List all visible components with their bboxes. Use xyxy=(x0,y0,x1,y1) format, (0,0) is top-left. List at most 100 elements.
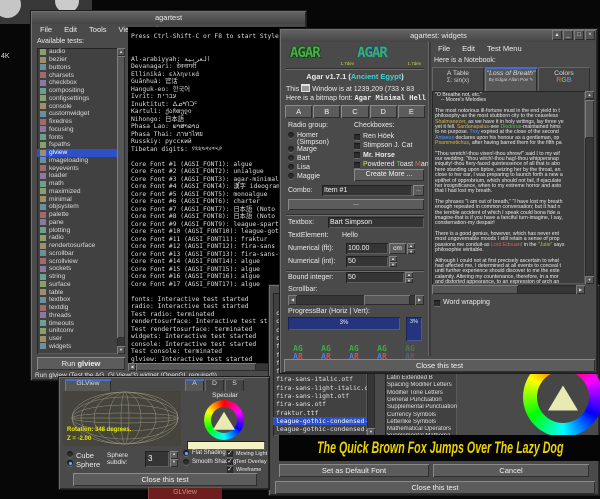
combo-input[interactable]: Item #1 xyxy=(322,185,412,196)
test-item-minimal[interactable]: minimal xyxy=(37,195,125,203)
radio-marge[interactable]: Marge xyxy=(288,146,329,155)
test-item-widgets[interactable]: widgets xyxy=(37,343,125,351)
tests-scrollbar[interactable]: ▲ ▼ xyxy=(117,48,125,354)
titlebar-agartest[interactable]: agartest xyxy=(32,12,305,24)
textarea[interactable]: "O Breathe not, etc." -- Moore's Melodie… xyxy=(432,91,585,284)
radio-cube[interactable]: Cube xyxy=(67,451,100,460)
scroll-down-icon[interactable]: ▼ xyxy=(585,276,594,284)
checkbox-mr-horse[interactable]: Mr. Horse xyxy=(354,151,429,160)
menu-item-file[interactable]: File xyxy=(432,43,456,54)
numerical-flt-stepper[interactable]: ▲▼ xyxy=(407,243,415,254)
letter-button-a[interactable]: A xyxy=(285,105,312,118)
material-tab-s[interactable]: S xyxy=(225,379,244,391)
checkbox-text-overlay[interactable]: Text Overlay xyxy=(227,458,267,466)
test-item-buttons[interactable]: buttons xyxy=(37,64,125,72)
numerical-int-input[interactable]: 50 xyxy=(346,256,388,267)
test-item-sockets[interactable]: sockets xyxy=(37,265,125,273)
test-item-configsettings[interactable]: configsettings xyxy=(37,95,125,103)
test-item-rendertosurface[interactable]: rendertosurface xyxy=(37,242,125,250)
test-item-maximized[interactable]: maximized xyxy=(37,188,125,196)
menu-item-test-menu[interactable]: Test Menu xyxy=(481,43,528,54)
test-item-fonts[interactable]: fonts xyxy=(37,133,125,141)
scrollbar-thumb[interactable] xyxy=(364,295,410,305)
create-more-button[interactable]: Create More ... xyxy=(354,169,424,181)
unit-selector-button[interactable]: cm xyxy=(389,243,406,254)
font-file-league-gothic-condensed-italic-o[interactable]: league-gothic-condensed-italic.o xyxy=(273,417,367,425)
word-wrapping-checkbox[interactable]: Word wrapping xyxy=(434,299,490,306)
scrollbar-thumb[interactable] xyxy=(432,285,518,294)
checkbox-moving-light[interactable]: Moving Light xyxy=(227,450,267,458)
test-item-user[interactable]: user xyxy=(37,335,125,343)
radio-icon[interactable] xyxy=(288,146,294,152)
checkbox-icon[interactable] xyxy=(354,162,360,168)
test-item-loader[interactable]: loader xyxy=(37,172,125,180)
test-item-glview[interactable]: glview xyxy=(37,149,125,157)
test-item-palette[interactable]: palette xyxy=(37,211,125,219)
scroll-up-icon[interactable]: ▲ xyxy=(585,91,594,99)
test-item-keyevents[interactable]: keyevents xyxy=(37,164,125,172)
test-item-imageloading[interactable]: imageloading xyxy=(37,157,125,165)
bound-integer-input[interactable]: 50 xyxy=(346,272,404,283)
scroll-up-icon[interactable]: ▲ xyxy=(117,48,125,56)
test-item-focusing[interactable]: focusing xyxy=(37,126,125,134)
step-down-icon[interactable]: ▼ xyxy=(405,278,413,284)
unicode-range-latin-extended-b[interactable]: Latin Extended B xyxy=(385,375,457,382)
checkbox-icon[interactable] xyxy=(354,134,360,140)
notebook-tab--loss-of-breath-[interactable]: "Loss of Breath"By Edgar Allan Poe ✎ xyxy=(485,67,537,91)
test-item-charsets[interactable]: charsets xyxy=(37,71,125,79)
unicode-range-supplemental-punctuation[interactable]: Supplemental Punctuation xyxy=(385,404,457,411)
unicode-range-letterlike-symbols[interactable]: Letterlike Symbols xyxy=(385,419,457,426)
test-item-plotting[interactable]: plotting xyxy=(37,226,125,234)
gl-canvas[interactable]: Rotation: 348 degrees. Z = -2.00 xyxy=(63,391,181,446)
test-item-surface[interactable]: surface xyxy=(37,281,125,289)
unicode-range-currency-symbols[interactable]: Currency Symbols xyxy=(385,412,457,419)
checkbox-icon[interactable] xyxy=(434,300,440,306)
set-default-font-button[interactable]: Set as Default Font xyxy=(279,464,429,477)
textbox-input[interactable]: Bart Simpson xyxy=(328,217,424,228)
demo-scrollbar[interactable]: ◀ ▶ xyxy=(288,295,424,305)
close-icon[interactable]: × xyxy=(585,30,595,40)
checkbox-icon[interactable] xyxy=(354,143,360,149)
combo-expand-button[interactable]: … xyxy=(413,185,424,196)
glview-tab[interactable]: GLView xyxy=(65,379,111,391)
unicode-range-mathematical-operators[interactable]: Mathematical Operators xyxy=(385,426,457,433)
unicode-range-modifier-tone-letters[interactable]: Modifier Tone Letters xyxy=(385,390,457,397)
unicode-range-general-punctuation[interactable]: General Punctuation xyxy=(385,397,457,404)
test-item-objsystem[interactable]: objsystem xyxy=(37,203,125,211)
material-tab-d[interactable]: D xyxy=(205,379,224,391)
radio-sphere[interactable]: Sphere xyxy=(67,460,100,469)
step-up-icon[interactable]: ▲ xyxy=(170,451,178,459)
test-item-math[interactable]: math xyxy=(37,180,125,188)
numerical-flt-input[interactable]: 100.00 xyxy=(346,243,388,254)
notebook-tab-colors[interactable]: ColorsRGB xyxy=(538,67,590,91)
radio-icon[interactable] xyxy=(183,450,189,456)
bound-integer-stepper[interactable]: ▲▼ xyxy=(405,272,413,283)
letter-button-e[interactable]: E xyxy=(398,105,425,118)
radio-icon[interactable] xyxy=(288,155,294,161)
material-color-wheel[interactable] xyxy=(204,400,244,440)
material-tab-a[interactable]: A xyxy=(185,379,204,391)
step-down-icon[interactable]: ▼ xyxy=(389,262,397,268)
font-file-league-gothic-condensed-otf[interactable]: league-gothic-condensed.otf xyxy=(273,425,367,433)
test-item-pane[interactable]: pane xyxy=(37,219,125,227)
unicode-range-spacing-modifier-letters[interactable]: Spacing Modifier Letters xyxy=(385,382,457,389)
scrollbar-thumb[interactable] xyxy=(136,363,256,371)
test-item-textbox[interactable]: textbox xyxy=(37,296,125,304)
taskbar-item-glview[interactable]: GLView xyxy=(148,487,222,499)
radio-icon[interactable] xyxy=(67,460,73,466)
subdiv-input[interactable]: 3 xyxy=(145,451,169,467)
test-item-string[interactable]: string xyxy=(37,273,125,281)
scroll-left-icon[interactable]: ◀ xyxy=(128,363,136,371)
scroll-down-icon[interactable]: ▼ xyxy=(117,346,125,354)
scroll-right-icon[interactable]: ▶ xyxy=(576,285,585,294)
test-item-table[interactable]: table xyxy=(37,288,125,296)
letter-button-c[interactable]: C xyxy=(341,105,368,118)
font-file-fira-sans-light-otf[interactable]: fira-sans-light.otf xyxy=(273,392,367,400)
titlebar-widgets[interactable]: agartest: widgets xyxy=(281,30,596,42)
shade-icon[interactable]: ▴ xyxy=(552,30,562,40)
test-item-compositing[interactable]: compositing xyxy=(37,87,125,95)
test-item-fixedres[interactable]: fixedres xyxy=(37,118,125,126)
subdiv-stepper[interactable]: ▲▼ xyxy=(170,451,178,467)
letter-button-b[interactable]: B xyxy=(313,105,340,118)
menu-item-tools[interactable]: Tools xyxy=(83,24,113,35)
